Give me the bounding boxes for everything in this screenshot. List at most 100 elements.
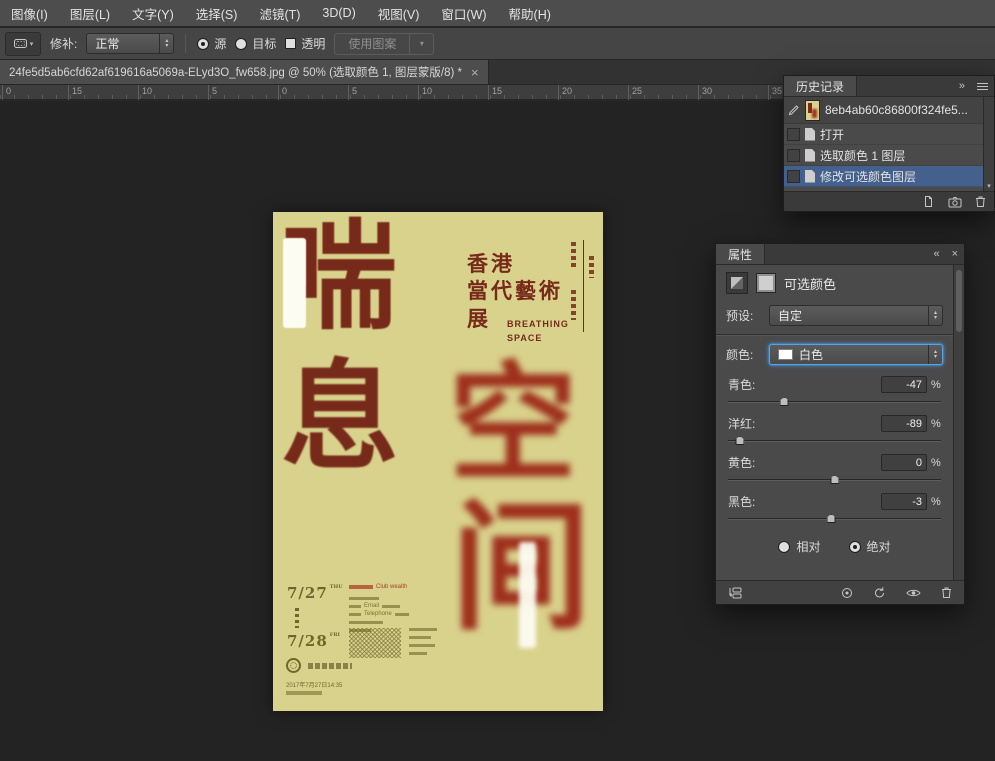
ruler-tick: 10 (418, 85, 432, 100)
snapshot-thumbnail (805, 100, 820, 121)
patch-mode-select[interactable]: 正常 ▴▾ (86, 33, 174, 54)
slider-track (728, 440, 941, 441)
chevron-down-icon: ▾ (30, 40, 34, 48)
history-state-icon (805, 149, 815, 162)
history-step-modify-selective-color[interactable]: 修改可选颜色图层 (784, 166, 983, 187)
previous-state-icon[interactable] (841, 587, 853, 599)
use-pattern-button[interactable]: 使用图案 (334, 33, 410, 55)
menu-select[interactable]: 选择(S) (185, 0, 249, 26)
scrollbar-thumb[interactable] (956, 270, 962, 332)
yellow-slider-group: 黄色: 0 % (716, 448, 953, 487)
relative-radio[interactable]: 相对 (778, 538, 820, 555)
history-source-checkbox[interactable] (787, 170, 800, 183)
yellow-slider-thumb[interactable] (830, 475, 839, 484)
poster-pattern-box (349, 628, 401, 658)
menu-layer[interactable]: 图层(L) (59, 0, 121, 26)
spin-arrows-icon: ▴▾ (159, 34, 173, 53)
micro-vertical-text (295, 608, 299, 628)
properties-panel-tab[interactable]: 属性 (716, 244, 765, 264)
micro-vertical-text (571, 242, 576, 268)
new-snapshot-camera-icon[interactable] (948, 196, 962, 208)
poster-subtitle-line2: SPACE (507, 332, 569, 346)
black-slider[interactable] (728, 512, 941, 526)
poster-char-xi: 息 (281, 358, 399, 476)
adjustment-header: 可选颜色 (716, 265, 953, 300)
collapse-panel-icon[interactable]: » (953, 76, 971, 96)
layer-mask-icon[interactable] (756, 273, 776, 293)
black-value-input[interactable]: -3 (881, 493, 927, 510)
history-source-checkbox[interactable] (787, 149, 800, 162)
poster-day-2: FRI (330, 632, 340, 638)
absolute-radio[interactable]: 绝对 (849, 538, 891, 555)
titlebar-spacer (857, 76, 953, 96)
use-pattern-group: 使用图案 ▾ (334, 33, 434, 55)
menu-filter[interactable]: 滤镜(T) (248, 0, 311, 26)
yellow-slider[interactable] (728, 473, 941, 487)
cyan-value-input[interactable]: -47 (881, 376, 927, 393)
cyan-slider-thumb[interactable] (780, 397, 789, 406)
delete-state-trash-icon[interactable] (975, 195, 986, 208)
tool-preset-picker[interactable]: ▾ (5, 32, 41, 56)
history-step-open[interactable]: 打开 (784, 124, 983, 145)
cyan-slider[interactable] (728, 395, 941, 409)
color-select[interactable]: 白色 ▴▾ (769, 344, 943, 365)
patch-mode-value: 正常 (95, 35, 152, 52)
micro-text-bar (286, 691, 322, 695)
magenta-value-input[interactable]: -89 (881, 415, 927, 432)
magenta-slider-thumb[interactable] (735, 436, 744, 445)
radio-icon (778, 541, 790, 553)
properties-titlebar: 属性 « × (716, 244, 964, 265)
menu-view[interactable]: 视图(V) (367, 0, 431, 26)
ruler-tick: 20 (558, 85, 572, 100)
history-panel-tab[interactable]: 历史记录 (784, 76, 857, 96)
new-document-from-state-icon[interactable] (922, 195, 935, 208)
black-slider-thumb[interactable] (827, 514, 836, 523)
delete-adjustment-trash-icon[interactable] (941, 586, 952, 599)
scroll-down-icon[interactable]: ▾ (984, 182, 994, 190)
properties-panel: 属性 « × 可选颜色 预设: 自定 ▴▾ 颜色: (715, 243, 965, 605)
document-tab[interactable]: 24fe5d5ab6cfd62af619616a5069a-ELyd3O_fw6… (0, 60, 489, 84)
history-state-icon (805, 128, 815, 141)
pattern-picker-button[interactable]: ▾ (410, 33, 434, 55)
menu-3d[interactable]: 3D(D) (311, 0, 366, 26)
ruler-tick: 5 (208, 85, 217, 100)
visibility-eye-icon[interactable] (906, 588, 921, 598)
panel-menu-icon[interactable] (971, 76, 994, 96)
info-line: Telephone (349, 610, 441, 618)
history-brush-icon[interactable] (787, 104, 800, 117)
micro-text-bar (409, 636, 431, 639)
preset-select[interactable]: 自定 ▴▾ (769, 305, 943, 326)
info-highlight: Club wealth (349, 584, 441, 590)
history-step-selective-color[interactable]: 选取颜色 1 图层 (784, 145, 983, 166)
absolute-label: 绝对 (867, 538, 891, 555)
magenta-label: 洋红: (728, 415, 881, 432)
history-scrollbar[interactable]: ▾ (983, 97, 994, 191)
transparent-checkbox[interactable]: 透明 (285, 35, 325, 52)
yellow-value-input[interactable]: 0 (881, 454, 927, 471)
close-panel-icon[interactable]: × (946, 244, 964, 264)
adjustment-name: 可选颜色 (784, 274, 836, 293)
transparent-label: 透明 (301, 35, 325, 52)
history-source-checkbox[interactable] (787, 128, 800, 141)
menu-help[interactable]: 帮助(H) (498, 0, 562, 26)
clip-to-layer-icon[interactable] (728, 587, 742, 599)
properties-scrollbar[interactable] (953, 265, 964, 580)
magenta-slider[interactable] (728, 434, 941, 448)
menu-image[interactable]: 图像(I) (0, 0, 59, 26)
menu-window[interactable]: 窗口(W) (430, 0, 497, 26)
history-snapshot-row[interactable]: 8eb4ab60c86800f324fe5... (784, 97, 983, 124)
reset-icon[interactable] (873, 586, 886, 599)
ruler-tick: 15 (488, 85, 502, 100)
close-tab-icon[interactable]: × (471, 66, 479, 79)
tool-options-bar: ▾ 修补: 正常 ▴▾ 源 目标 透明 使用图案 ▾ (0, 28, 995, 60)
menu-type[interactable]: 文字(Y) (121, 0, 185, 26)
ruler-tick: 0 (278, 85, 287, 100)
ruler-tick: 25 (628, 85, 642, 100)
source-radio[interactable]: 源 (197, 35, 226, 52)
poster-title-line1: 香港 (467, 250, 563, 277)
destination-radio[interactable]: 目标 (235, 35, 276, 52)
ruler-tick: 30 (698, 85, 712, 100)
collapse-panel-icon[interactable]: « (927, 244, 945, 264)
ruler-tick: 35 (768, 85, 782, 100)
titlebar-spacer (765, 244, 927, 264)
